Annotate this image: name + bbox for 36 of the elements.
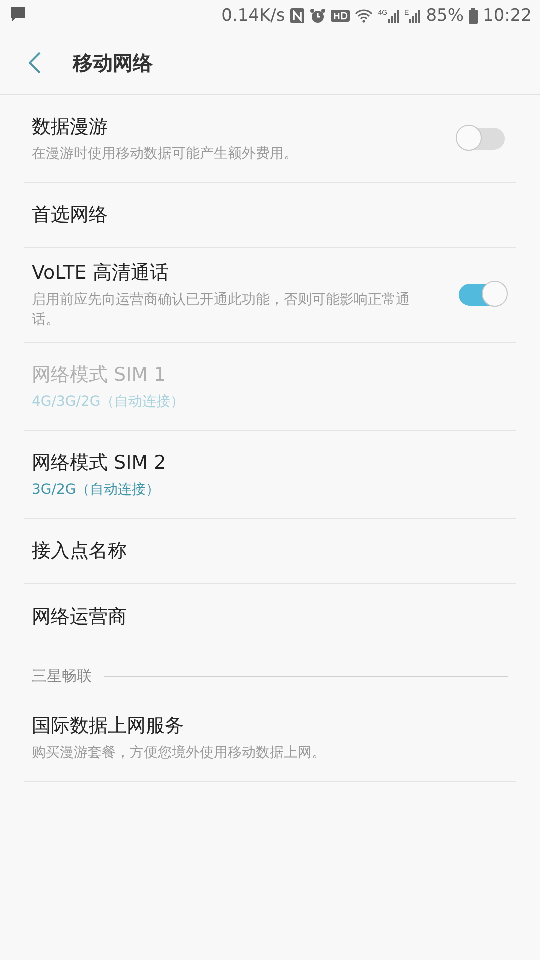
battery-percent: 85% (426, 6, 464, 26)
toggle-switch[interactable] (459, 128, 505, 150)
item-subtitle: 3G/2G（自动连接） (32, 480, 162, 500)
item-title: 网络模式 SIM 1 (32, 362, 168, 388)
settings-item[interactable]: 数据漫游 在漫游时使用移动数据可能产生额外费用。 (24, 95, 516, 183)
item-subtitle: 在漫游时使用移动数据可能产生额外费用。 (32, 144, 299, 164)
section-header: 三星畅联 (32, 667, 92, 686)
item-subtitle: 购买漫游套餐，方便您境外使用移动数据上网。 (32, 744, 327, 762)
nfc-icon (290, 8, 306, 24)
message-icon (10, 6, 26, 22)
item-title: 国际数据上网服务 (32, 714, 185, 738)
item-subtitle: 4G/3G/2G（自动连接） (32, 392, 186, 412)
screen-title: 移动网络 (73, 50, 153, 76)
signal-icon (409, 10, 422, 22)
item-title: 接入点名称 (32, 539, 128, 564)
alarm-icon (310, 8, 326, 24)
hd-icon (331, 10, 350, 22)
settings-item[interactable]: 国际数据上网服务 购买漫游套餐，方便您境外使用移动数据上网。 (24, 694, 516, 782)
network-speed: 0.14K/s (222, 6, 286, 26)
item-title: 首选网络 (32, 203, 109, 228)
item-title: VoLTE 高清通话 (32, 261, 170, 286)
wifi-icon (355, 8, 374, 24)
signal-icon (388, 10, 400, 22)
settings-item[interactable]: 网络运营商 (24, 584, 516, 649)
item-subtitle: 启用前应先向运营商确认已开通此功能，否则可能影响正常通话。 (32, 291, 411, 330)
settings-item[interactable]: VoLTE 高清通话 启用前应先向运营商确认已开通此功能，否则可能影响正常通话。 (24, 248, 516, 343)
settings-item[interactable]: 接入点名称 (24, 519, 516, 584)
item-title: 数据漫游 (32, 114, 109, 140)
battery-icon (469, 8, 478, 24)
settings-item[interactable]: 网络模式 SIM 2 3G/2G（自动连接） (24, 431, 516, 519)
settings-item[interactable]: 首选网络 (24, 183, 516, 248)
clock: 10:22 (483, 6, 532, 26)
item-title: 网络运营商 (32, 604, 128, 630)
toggle-switch[interactable] (459, 284, 505, 306)
back-icon[interactable] (29, 52, 41, 74)
item-title: 网络模式 SIM 2 (32, 450, 168, 476)
